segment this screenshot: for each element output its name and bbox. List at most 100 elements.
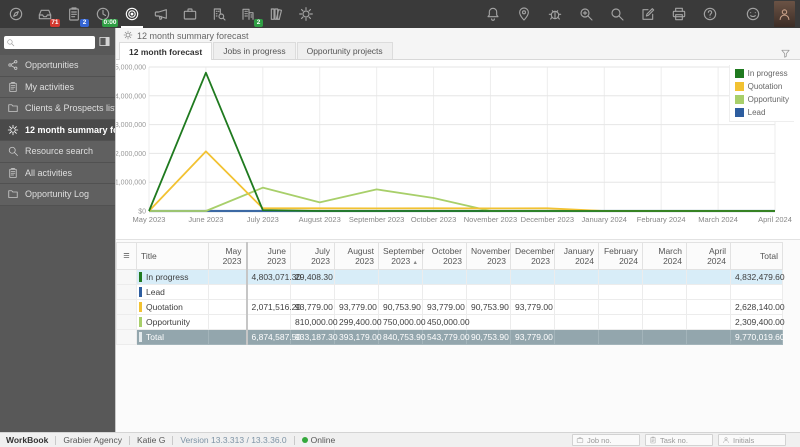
- filter-icon[interactable]: [780, 46, 792, 58]
- row-color-chip: [139, 302, 142, 312]
- row-title[interactable]: Quotation: [136, 299, 209, 315]
- column-header-november-2023[interactable]: November 2023: [466, 242, 511, 270]
- user-avatar[interactable]: [774, 1, 795, 27]
- briefcase-icon[interactable]: [179, 3, 201, 25]
- table-row: Opportunity 810,000.00 299,400.00 750,000.0…: [116, 314, 785, 330]
- panel-toggle-icon[interactable]: [98, 35, 111, 48]
- table-cell: [334, 269, 379, 285]
- column-header-august-2023[interactable]: August 2023: [334, 242, 379, 270]
- column-header-july-2023[interactable]: July 2023: [290, 242, 335, 270]
- mini-input-label: Task no.: [660, 435, 688, 445]
- column-header-june-2023[interactable]: June 2023: [245, 242, 291, 270]
- legend-swatch: [734, 69, 744, 78]
- table-cell: [245, 284, 291, 300]
- table-cell: [642, 269, 687, 285]
- forecast-chart: $5,000,000 $4,000,000 $3,000,000 $2,000,000…: [111, 65, 792, 225]
- online-dot-icon: [301, 437, 308, 443]
- sidebar-item-resource-search[interactable]: Resource search: [0, 141, 115, 163]
- svg-text:April 2024: April 2024: [758, 215, 792, 224]
- sidebar-item-my-activities[interactable]: My activities: [0, 76, 115, 98]
- company-search-icon[interactable]: [208, 3, 230, 25]
- search-icon[interactable]: [606, 3, 628, 25]
- bell-icon[interactable]: [482, 3, 504, 25]
- company-icon[interactable]: 2: [237, 3, 263, 27]
- row-gutter: [116, 329, 137, 345]
- legend-label: Opportunity: [747, 95, 789, 104]
- table-cell: [598, 299, 643, 315]
- column-header-march-2024[interactable]: March 2024: [642, 242, 687, 270]
- column-header-december-2023[interactable]: December 2023: [510, 242, 555, 270]
- svg-text:October 2023: October 2023: [411, 215, 456, 224]
- table-cell: 93,779.00: [290, 299, 335, 315]
- row-title[interactable]: Total: [136, 329, 209, 345]
- table-menu-button[interactable]: ≡: [116, 242, 137, 270]
- chart-panel: $5,000,000 $4,000,000 $3,000,000 $2,000,000…: [111, 60, 800, 240]
- help-icon[interactable]: [699, 3, 721, 25]
- table-cell: [554, 299, 599, 315]
- column-header-january-2024[interactable]: January 2024: [554, 242, 599, 270]
- column-header-september-2023[interactable]: September 2023 ▲: [378, 242, 425, 270]
- sidebar-item-opportunities[interactable]: Opportunities: [0, 55, 115, 77]
- svg-text:August 2023: August 2023: [299, 215, 341, 224]
- table-cell: 2,628,140.00: [730, 299, 785, 315]
- archive-icon[interactable]: [266, 3, 288, 25]
- note-icon[interactable]: [637, 3, 659, 25]
- compass-icon[interactable]: [5, 3, 27, 25]
- svg-text:September 2023: September 2023: [349, 215, 404, 224]
- company-name: Grabier Agency: [63, 435, 122, 445]
- table-cell: [378, 284, 423, 300]
- sidebar-nav: Opportunities My activities Clients & Pros…: [0, 55, 145, 206]
- table-cell: 4,832,479.60: [730, 269, 785, 285]
- job-no-input[interactable]: Job no.: [572, 434, 640, 446]
- column-header-total[interactable]: Total: [730, 242, 783, 270]
- table-cell: 933,187.30: [290, 329, 338, 345]
- inbox-icon[interactable]: 71: [34, 3, 60, 27]
- column-header-october-2023[interactable]: October 2023: [422, 242, 467, 270]
- app-name: WorkBook: [6, 435, 49, 445]
- page-title: 12 month summary forecast: [137, 31, 249, 41]
- target-icon[interactable]: [121, 3, 143, 28]
- table-cell: 29,408.30: [290, 269, 335, 285]
- row-title[interactable]: Opportunity: [136, 314, 209, 330]
- tab-12-month-forecast[interactable]: 12 month forecast: [119, 42, 213, 60]
- sidebar-item-clients-prospects-list[interactable]: Clients & Prospects list: [0, 98, 117, 120]
- support-icon[interactable]: [742, 3, 764, 25]
- table-cell: 6,874,587.50: [245, 329, 301, 345]
- table-cell: 90,753.90: [466, 299, 511, 315]
- table-cell: [730, 284, 783, 300]
- bug-icon[interactable]: [544, 3, 566, 25]
- row-color-chip: [139, 272, 142, 282]
- megaphone-icon[interactable]: [150, 3, 172, 25]
- tasks-icon[interactable]: 2: [63, 3, 89, 27]
- tab-opportunity-projects[interactable]: Opportunity projects: [296, 42, 393, 59]
- tab-jobs-in-progress[interactable]: Jobs in progress: [213, 42, 296, 59]
- legend-label: Quotation: [747, 82, 783, 91]
- initials-input[interactable]: Initials: [718, 434, 786, 446]
- table-cell: [466, 269, 511, 285]
- svg-text:March 2024: March 2024: [698, 215, 738, 224]
- row-gutter: [116, 284, 137, 300]
- column-header-february-2024[interactable]: February 2024: [598, 242, 643, 270]
- time-icon[interactable]: 0:00: [92, 3, 118, 27]
- person-icon: [777, 7, 792, 27]
- sidebar-item-label: Resource search: [25, 146, 94, 157]
- printer-icon[interactable]: [668, 3, 690, 25]
- version-label: Version 13.3.313 / 13.3.36.0: [180, 435, 287, 445]
- task-no-input[interactable]: Task no.: [645, 434, 713, 446]
- legend-swatch: [734, 95, 744, 104]
- settings-icon[interactable]: [295, 3, 317, 25]
- column-header-april-2024[interactable]: April 2024: [686, 242, 731, 270]
- sidebar-item-opportunity-log[interactable]: Opportunity Log: [0, 184, 115, 206]
- column-header-may-2023[interactable]: May 2023: [208, 242, 247, 270]
- sidebar-item-all-activities[interactable]: All activities: [0, 162, 115, 184]
- row-title[interactable]: In progress: [136, 269, 209, 285]
- sidebar-search-input[interactable]: [4, 36, 95, 49]
- table-cell: 810,000.00: [290, 314, 338, 330]
- sidebar-item-12-month-summary-forecast[interactable]: 12 month summary forecast: [0, 119, 145, 141]
- column-header-title[interactable]: Title: [136, 242, 209, 270]
- table-cell: [208, 314, 247, 330]
- table-cell: [686, 284, 731, 300]
- location-icon[interactable]: [513, 3, 535, 25]
- zoom-in-icon[interactable]: [575, 3, 597, 25]
- row-title[interactable]: Lead: [136, 284, 209, 300]
